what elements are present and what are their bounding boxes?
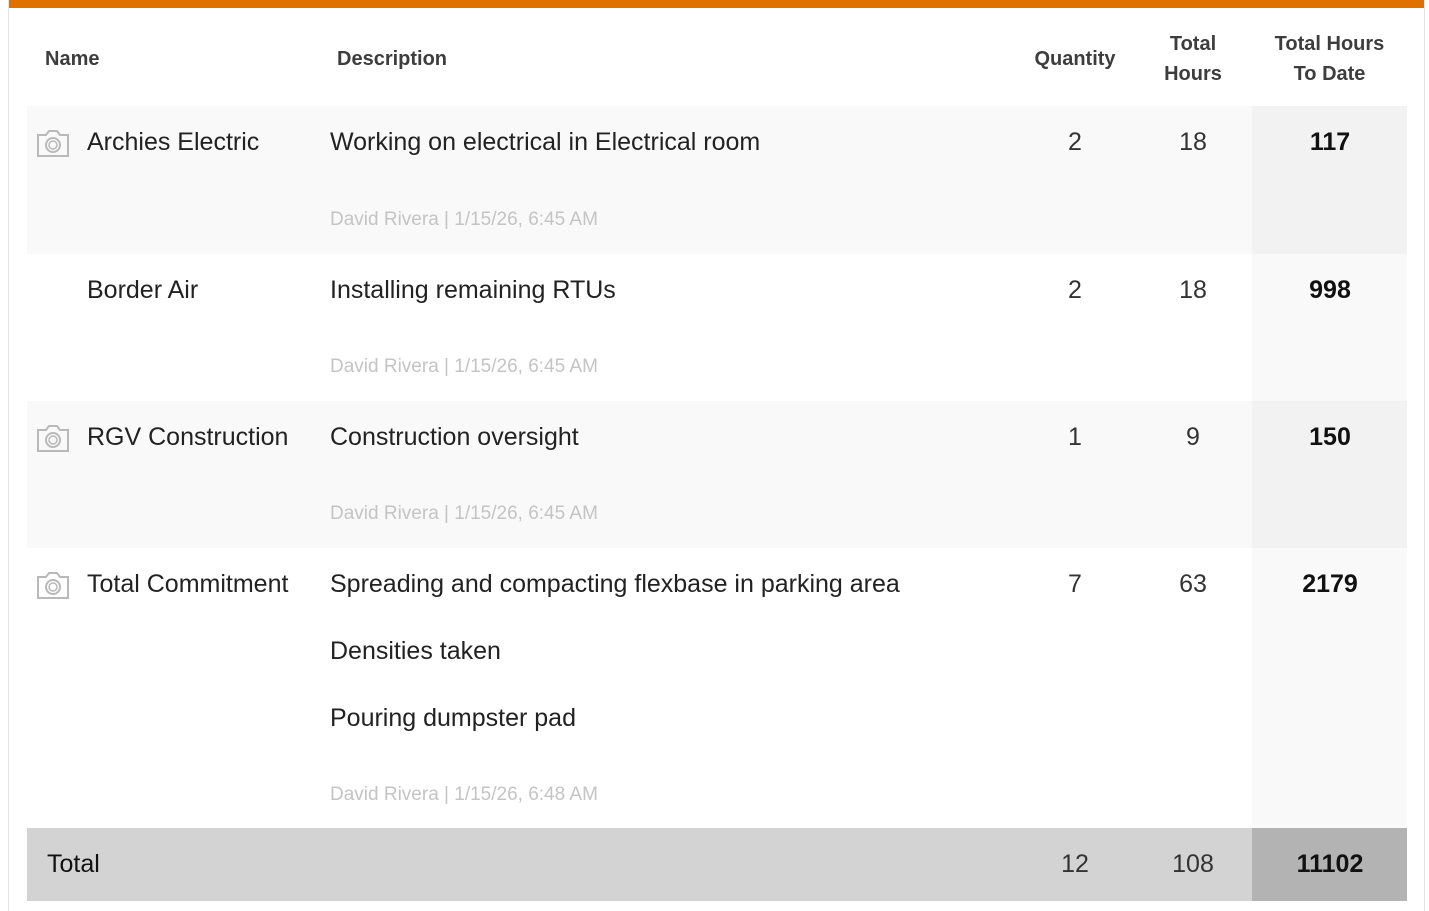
row-description: Working on electrical in Electrical room	[330, 128, 761, 156]
row-to-date: 150	[1309, 423, 1351, 451]
camera-icon[interactable]	[36, 569, 70, 601]
row-meta: David Rivera | 1/15/26, 6:45 AM	[330, 503, 598, 524]
row-to-date: 117	[1309, 128, 1351, 156]
header-total-hours: Total Hours	[1143, 29, 1243, 89]
row-name: Total Commitment	[87, 570, 289, 598]
row-description: Pouring dumpster pad	[330, 704, 576, 732]
row-description: Installing remaining RTUs	[330, 276, 616, 304]
header-description: Description	[337, 48, 448, 70]
table-row[interactable]: Archies Electric Working on electrical i…	[27, 106, 1407, 254]
row-description: Densities taken	[330, 637, 501, 665]
header-name: Name	[45, 48, 100, 70]
row-quantity: 1	[1068, 423, 1082, 451]
row-total-hours: 63	[1179, 570, 1207, 598]
header-total-hours-line2: Hours	[1164, 63, 1222, 85]
total-quantity: 12	[1061, 850, 1089, 878]
row-name: RGV Construction	[87, 423, 289, 451]
row-meta: David Rivera | 1/15/26, 6:45 AM	[330, 209, 598, 230]
row-quantity: 2	[1068, 128, 1082, 156]
header-quantity: Quantity	[1034, 48, 1116, 70]
header-total-hours-to-date: Total Hours To Date	[1252, 29, 1407, 89]
accent-bar	[9, 0, 1424, 8]
row-meta: David Rivera | 1/15/26, 6:45 AM	[330, 356, 598, 377]
row-name: Border Air	[87, 276, 199, 304]
row-quantity: 7	[1068, 570, 1082, 598]
header-to-date-line2: To Date	[1293, 63, 1366, 85]
manpower-table: Name Description Quantity Total Hours To…	[8, 0, 1425, 911]
row-meta: David Rivera | 1/15/26, 6:48 AM	[330, 784, 598, 805]
total-hours: 108	[1172, 850, 1214, 878]
camera-icon[interactable]	[36, 127, 70, 159]
row-to-date: 2179	[1302, 570, 1358, 598]
total-to-date: 11102	[1296, 850, 1364, 878]
table-row[interactable]: Total Commitment Spreading and compactin…	[27, 548, 1407, 828]
row-total-hours: 18	[1179, 276, 1207, 304]
row-description: Spreading and compacting flexbase in par…	[330, 570, 900, 598]
total-label: Total	[47, 850, 100, 878]
row-quantity: 2	[1068, 276, 1082, 304]
row-total-hours: 18	[1179, 128, 1207, 156]
row-to-date: 998	[1309, 276, 1351, 304]
table-row[interactable]: Border Air Installing remaining RTUs Dav…	[27, 254, 1407, 401]
header-total-hours-line1: Total	[1169, 33, 1217, 55]
camera-icon[interactable]	[36, 422, 70, 454]
row-description: Construction oversight	[330, 423, 579, 451]
row-total-hours: 9	[1186, 423, 1200, 451]
header-to-date-line1: Total Hours	[1274, 33, 1385, 55]
total-row: Total 12 108 11102	[27, 828, 1407, 901]
row-name: Archies Electric	[87, 128, 260, 156]
table-row[interactable]: RGV Construction Construction oversight …	[27, 401, 1407, 548]
